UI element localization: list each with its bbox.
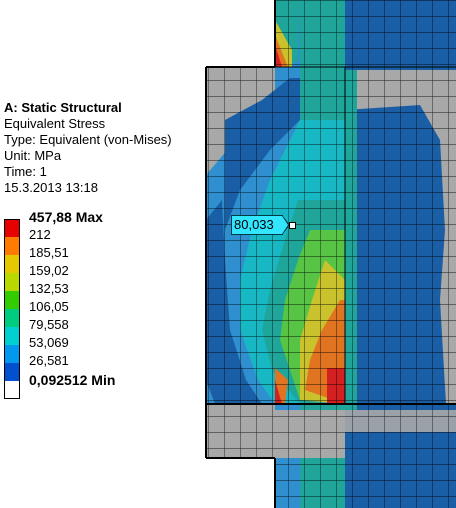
legend-label: 212 (29, 227, 51, 242)
legend-swatch (4, 363, 20, 381)
analysis-title: A: Static Structural (4, 100, 122, 115)
legend-label: 26,581 (29, 353, 69, 368)
result-type: Type: Equivalent (von-Mises) (4, 132, 172, 147)
legend-label: 53,069 (29, 335, 69, 350)
mesh-body (206, 0, 456, 508)
legend-max-label: 457,88 Max (29, 209, 103, 225)
probe-point-marker (289, 222, 296, 229)
probe-value: 80,033 (231, 215, 283, 235)
legend-swatch-min (4, 381, 20, 399)
legend-swatch (4, 255, 20, 273)
legend-label: 106,05 (29, 299, 69, 314)
legend-label: 185,51 (29, 245, 69, 260)
result-name: Equivalent Stress (4, 116, 106, 131)
legend-label: 79,558 (29, 317, 69, 332)
result-info: A: Static Structural Equivalent Stress T… (4, 100, 172, 196)
result-unit: Unit: MPa (4, 148, 62, 163)
legend-swatch (4, 291, 20, 309)
legend-swatch (4, 237, 20, 255)
legend-label: 132,53 (29, 281, 69, 296)
result-time: Time: 1 (4, 164, 47, 179)
legend-swatch (4, 345, 20, 363)
legend-swatch (4, 219, 20, 237)
legend-label: 159,02 (29, 263, 69, 278)
legend-swatch (4, 309, 20, 327)
probe-pointer-fill (282, 216, 288, 234)
legend-swatch (4, 273, 20, 291)
legend-swatch (4, 327, 20, 345)
result-date: 15.3.2013 13:18 (4, 180, 98, 195)
legend-min-label: 0,092512 Min (29, 372, 116, 388)
